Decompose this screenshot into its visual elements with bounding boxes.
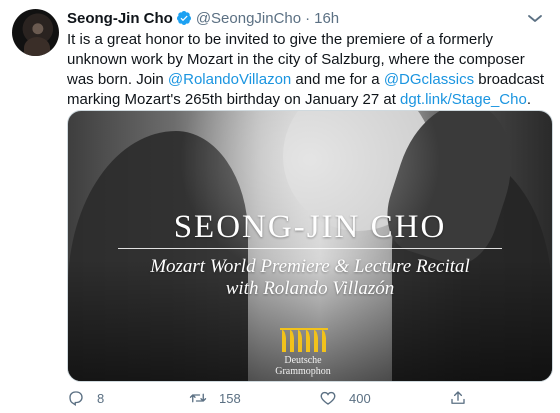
media-subtitle-line2: with Rolando Villazón bbox=[225, 278, 395, 299]
tweet-text-part: and me for a bbox=[291, 71, 384, 88]
reply-count: 8 bbox=[97, 390, 105, 406]
media-divider bbox=[118, 248, 502, 249]
tweet-link[interactable]: dgt.link/Stage_Cho bbox=[400, 91, 527, 108]
tweet-header: Seong-Jin Cho @SeongJinCho · 16h bbox=[67, 9, 550, 27]
like-icon bbox=[320, 391, 336, 405]
share-icon bbox=[451, 391, 465, 404]
share-button[interactable] bbox=[449, 389, 489, 407]
verified-badge-icon bbox=[176, 11, 191, 25]
like-count: 400 bbox=[349, 390, 371, 406]
retweet-count: 158 bbox=[219, 390, 241, 406]
media-subtitle: Mozart World Premiere & Lecture Recital … bbox=[68, 256, 552, 300]
logo-text: Deutsche Grammophon bbox=[263, 355, 343, 377]
logo-text-line1: Deutsche bbox=[284, 355, 322, 366]
tweet-text-part: . bbox=[526, 91, 531, 108]
logo-text-line2: Grammophon bbox=[275, 366, 331, 377]
media-image[interactable]: SEONG-JIN CHO Mozart World Premiere & Le… bbox=[67, 110, 553, 382]
tweet-text: It is a great honor to be invited to giv… bbox=[67, 30, 552, 110]
tweet-actions: 8 158 400 bbox=[67, 388, 551, 408]
like-button[interactable]: 400 bbox=[319, 389, 449, 407]
retweet-icon bbox=[189, 393, 207, 403]
mention-dgclassics[interactable]: @DGclassics bbox=[384, 71, 474, 88]
timestamp[interactable]: 16h bbox=[314, 10, 339, 27]
separator-dot: · bbox=[305, 9, 311, 27]
handle[interactable]: @SeongJinCho bbox=[196, 10, 301, 27]
display-name[interactable]: Seong-Jin Cho bbox=[67, 10, 173, 27]
deutsche-grammophon-logo-icon bbox=[280, 328, 328, 352]
retweet-button[interactable]: 158 bbox=[189, 389, 319, 407]
more-options-icon[interactable] bbox=[524, 8, 546, 26]
reply-button[interactable]: 8 bbox=[67, 389, 189, 407]
media-subtitle-line1: Mozart World Premiere & Lecture Recital bbox=[150, 256, 470, 277]
media-title: SEONG-JIN CHO bbox=[173, 209, 447, 245]
avatar[interactable] bbox=[12, 9, 59, 56]
mention-rolandovillazon[interactable]: @RolandoVillazon bbox=[168, 71, 291, 88]
reply-icon bbox=[69, 391, 83, 407]
